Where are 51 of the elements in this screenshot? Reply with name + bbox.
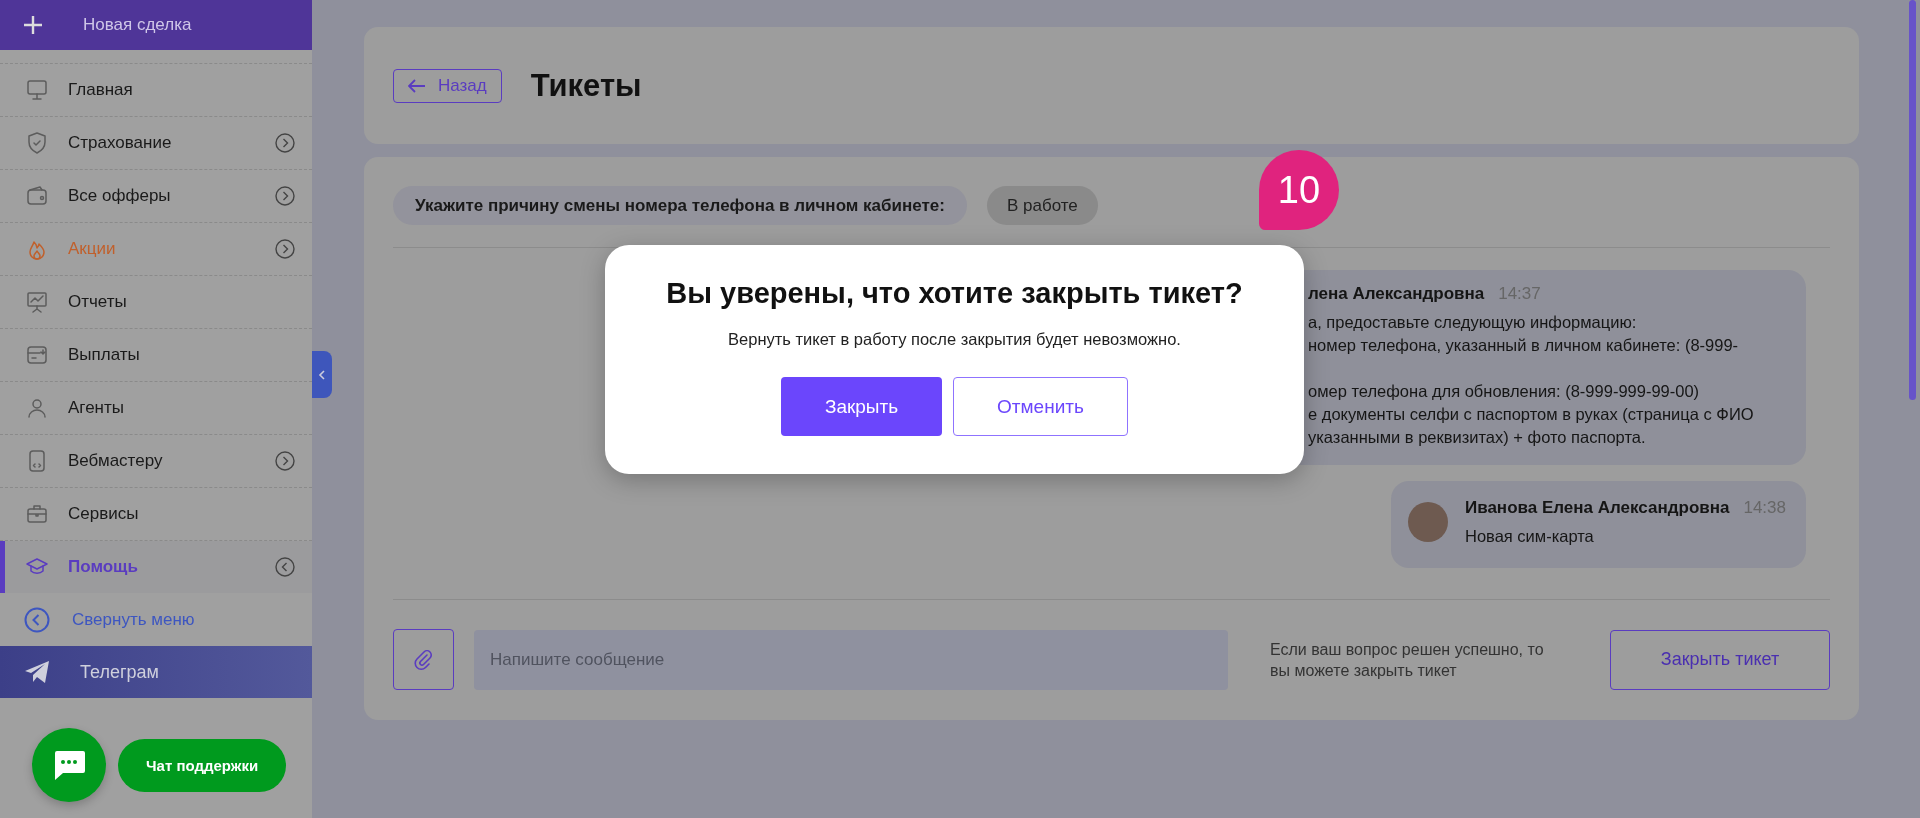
sidebar-item[interactable]: Агенты	[0, 382, 312, 435]
monitor-icon	[25, 78, 49, 102]
support-chat-button[interactable]: Чат поддержки	[118, 738, 287, 792]
chevron-circle-icon	[24, 606, 50, 633]
message-text: е документы селфи с паспортом в руках (страница с ФИО	[1308, 404, 1754, 425]
chevron-circle-icon[interactable]	[275, 451, 295, 471]
arrow-left-icon	[408, 78, 426, 93]
sidebar-item[interactable]: Главная	[0, 64, 312, 117]
message-text: номер телефона, указанный в личном кабинете: (8-999-	[1308, 335, 1740, 356]
plus-icon	[22, 14, 44, 36]
sidebar-collapse-tab[interactable]	[312, 351, 332, 398]
dialog-button[interactable]: Отменить	[953, 377, 1128, 436]
message-text: а, предоставьте следующую информацию:	[1308, 312, 1638, 333]
sidebar-item[interactable]: Все офферы	[0, 170, 312, 223]
message-text: омер телефона для обновления: (8-999-999-99-00)	[1308, 381, 1701, 402]
paper-plane-icon	[24, 660, 50, 684]
chevron-left-icon	[318, 368, 326, 381]
chevron-circle-icon[interactable]	[275, 133, 295, 153]
sidebar-item[interactable]: Выплаты	[0, 329, 312, 382]
close-ticket-button[interactable]: Закрыть тикет	[1610, 629, 1830, 690]
person-icon	[25, 396, 49, 420]
scrollbar[interactable]	[1909, 0, 1916, 400]
message-input[interactable]: Напишите сообщение	[474, 629, 1228, 690]
telegram-button[interactable]: Телеграм	[0, 646, 312, 698]
message-text: указанными в реквизитах) + фото паспорта.	[1308, 427, 1647, 448]
message-author: Иванова Елена Александровна	[1464, 498, 1730, 518]
sidebar-item[interactable]: Отчеты	[0, 276, 312, 329]
wallet-icon	[25, 184, 49, 208]
message-author: лена Александровна	[1308, 284, 1485, 304]
chart-board-icon	[25, 290, 49, 314]
chevron-circle-icon[interactable]	[275, 557, 295, 577]
sidebar-item[interactable]: Страхование	[0, 117, 312, 170]
chat-bubble-icon	[52, 749, 86, 781]
close-hint-text: Если ваш вопрос решен успешно, то вы можете закрыть тикет	[1270, 639, 1545, 681]
step-number-badge: 10	[1259, 150, 1339, 230]
dialog-button[interactable]: Закрыть	[781, 377, 942, 436]
chevron-circle-icon[interactable]	[275, 239, 295, 259]
shield-icon	[25, 131, 49, 155]
chevron-circle-icon[interactable]	[275, 186, 295, 206]
status-badge: В работе	[986, 186, 1098, 225]
card-icon	[25, 343, 49, 367]
ticket-subject: Укажите причину смены номера телефона в личном кабинете:	[393, 186, 967, 225]
page-title: Тикеты	[530, 67, 642, 104]
dialog-title: Вы уверены, что хотите закрыть тикет?	[665, 277, 1244, 310]
attach-button[interactable]	[393, 629, 454, 690]
briefcase-icon	[25, 502, 49, 526]
sidebar-item[interactable]: Вебмастеру	[0, 435, 312, 488]
new-deal-button[interactable]: Новая сделка	[0, 0, 312, 50]
message-text: Новая сим-карта	[1464, 526, 1595, 547]
dialog-text: Вернуть тикет в работу после закрытия будет невозможно.	[727, 330, 1182, 349]
chat-bubble-button[interactable]	[32, 728, 106, 802]
